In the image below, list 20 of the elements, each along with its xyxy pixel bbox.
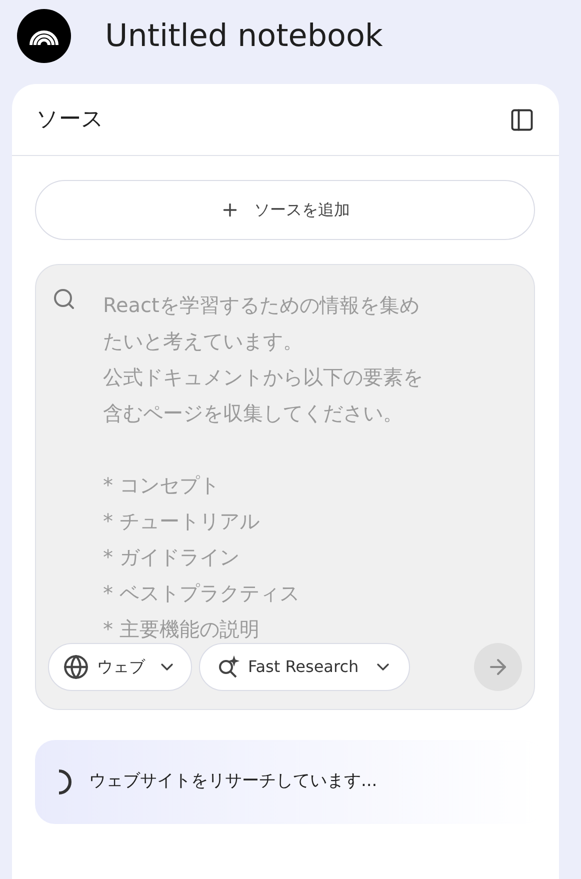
sparkle-search-icon [216,655,240,679]
query-line: * コンセプト [103,472,220,499]
logo-icon[interactable] [17,9,71,63]
query-line: * ベストプラクティス [103,580,300,607]
query-line: * チュートリアル [103,508,260,535]
query-line: Reactを学習するための情報を集め [103,292,420,319]
query-line: 公式ドキュメントから以下の要素を [103,364,423,391]
notebook-title: Untitled notebook [105,16,383,56]
query-line: たいと考えています。 [103,328,303,355]
status-text: ウェブサイトをリサーチしています... [89,770,378,794]
research-mode-dropdown[interactable]: Fast Research [199,643,410,691]
query-line: * 主要機能の説明 [103,616,260,639]
collapse-panel-icon[interactable] [509,106,535,132]
search-icon [52,287,76,311]
add-source-button[interactable]: ソースを追加 [35,180,535,240]
globe-icon [63,654,89,680]
source-type-dropdown[interactable]: ウェブ [48,643,192,691]
panel-title: ソース [36,106,104,134]
query-line: * ガイドライン [103,544,240,571]
query-line: 含むページを収集してください。 [103,400,403,427]
